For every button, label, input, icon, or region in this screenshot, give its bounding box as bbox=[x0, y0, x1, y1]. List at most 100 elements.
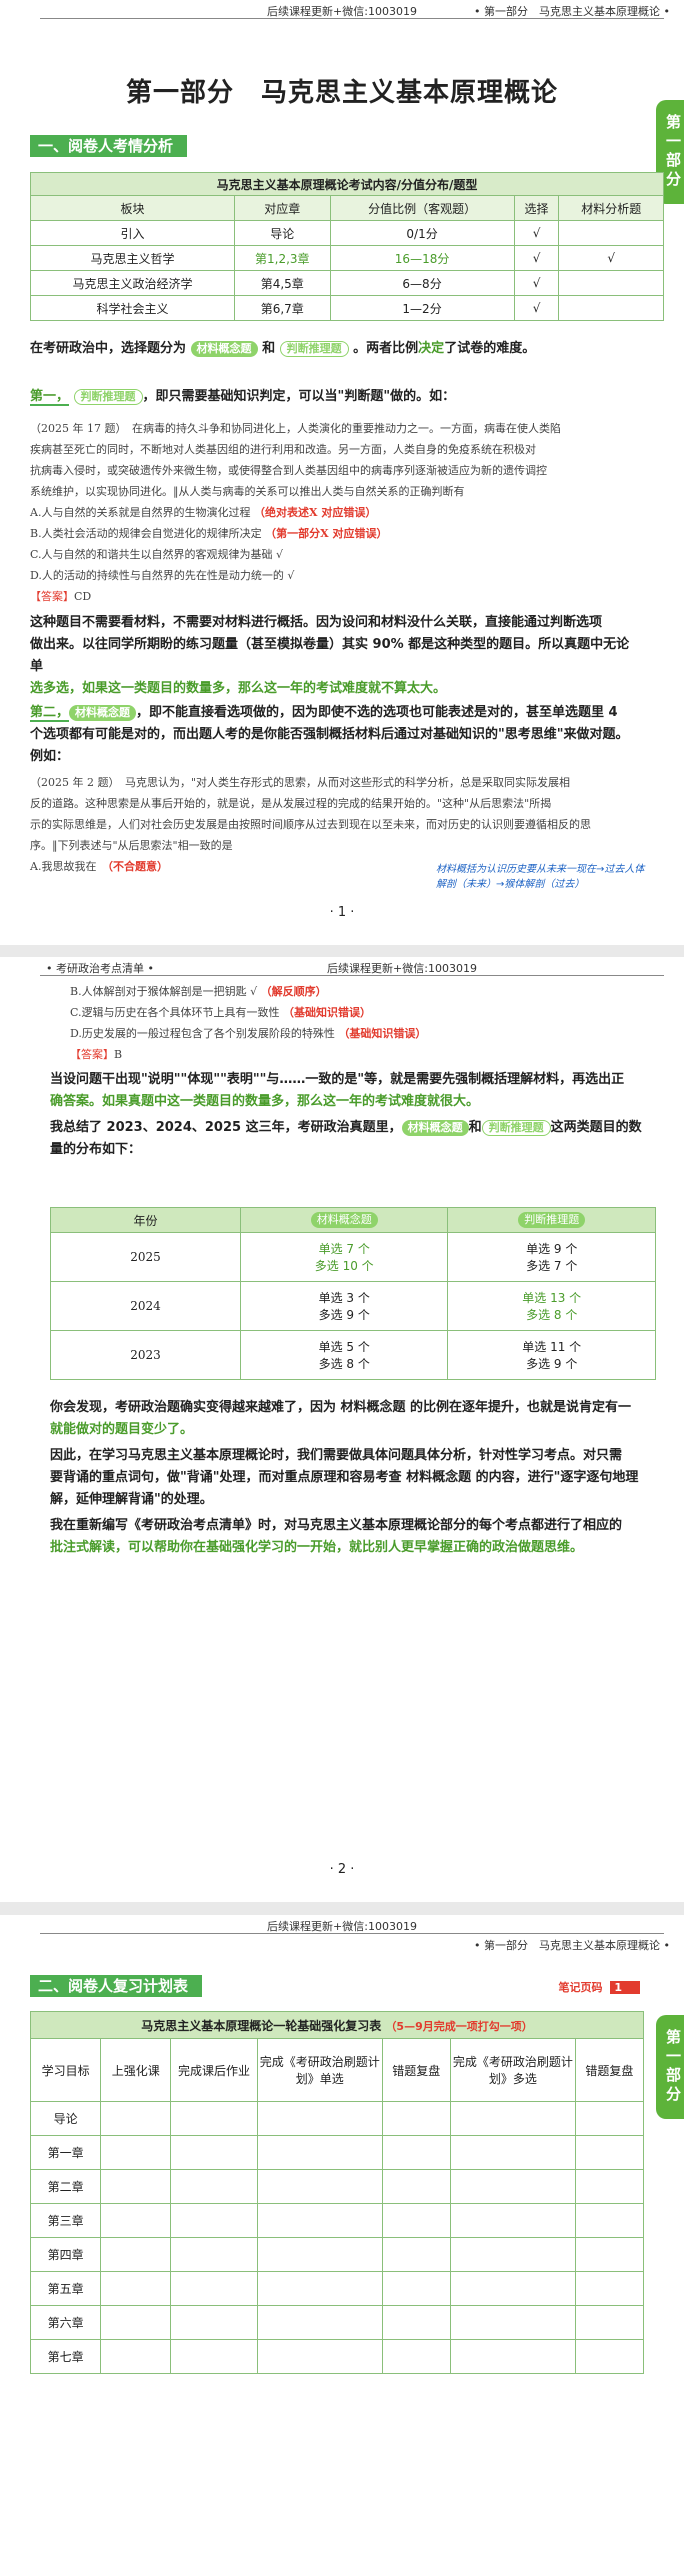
option: A.我思故我在 bbox=[30, 860, 97, 873]
checkbox-cell[interactable] bbox=[574, 2135, 645, 2170]
table-header: 上强化课 bbox=[100, 2038, 172, 2102]
count: 单选 5 个 bbox=[318, 1340, 370, 1354]
table-cell bbox=[558, 270, 664, 296]
checkbox-cell[interactable] bbox=[449, 2203, 576, 2238]
caption-note: （5—9月完成一项打勾一项） bbox=[385, 2019, 533, 2033]
review-plan-table: 马克思主义基本原理概论一轮基础强化复习表 （5—9月完成一项打勾一项） 学习目标… bbox=[29, 2011, 645, 2374]
checkbox-cell[interactable] bbox=[256, 2271, 383, 2306]
checkbox-cell[interactable] bbox=[170, 2203, 258, 2238]
count: 多选 9 个 bbox=[318, 1308, 370, 1322]
checkbox-cell[interactable] bbox=[574, 2237, 645, 2272]
checkbox-cell[interactable] bbox=[449, 2339, 576, 2374]
text-line: 批注式解读，可以帮助你在基础强化学习的一开始，就比别人更早掌握正确的政治做题思维… bbox=[50, 1540, 584, 1555]
checkbox-cell[interactable] bbox=[381, 2135, 451, 2170]
checkbox-cell[interactable] bbox=[574, 2203, 645, 2238]
checkbox-cell[interactable] bbox=[100, 2101, 172, 2136]
checkbox-cell[interactable] bbox=[574, 2339, 645, 2374]
checkbox-cell[interactable] bbox=[381, 2305, 451, 2340]
section-title-text: 二、阅卷人复习计划表 bbox=[38, 1977, 189, 1995]
table-cell: √ bbox=[513, 295, 560, 321]
text-line: ，即不能直接看选项做的，因为即使不选的选项也可能表述是对的，甚至单选题里 4 bbox=[136, 705, 618, 720]
checkbox-cell[interactable] bbox=[449, 2237, 576, 2272]
checkbox-cell[interactable] bbox=[381, 2271, 451, 2306]
intro-paragraph: 在考研政治中，选择题分为 材料概念题 和 判断推理题 。两者比例决定了试卷的难度… bbox=[30, 338, 640, 360]
text-line: 当设问题干出现"说明""体现""表明""与……一致的是"等，就是需要先强制概括理… bbox=[50, 1072, 625, 1087]
checkbox-cell[interactable] bbox=[256, 2339, 383, 2374]
checkbox-cell[interactable] bbox=[256, 2169, 383, 2204]
checkbox-cell[interactable] bbox=[381, 2237, 451, 2272]
checkbox-cell[interactable] bbox=[574, 2271, 645, 2306]
checkbox-cell[interactable] bbox=[381, 2203, 451, 2238]
checkbox-cell[interactable] bbox=[170, 2339, 258, 2374]
caption-text: 马克思主义基本原理概论一轮基础强化复习表 bbox=[141, 2018, 382, 2033]
question-line: 序。‖下列表述与"从后思索法"相一致的是 bbox=[30, 839, 233, 852]
text-line: 因此，在学习马克思主义基本原理概论时，我们需要做具体问题具体分析，针对性学习考点… bbox=[50, 1448, 623, 1463]
checkbox-cell[interactable] bbox=[449, 2271, 576, 2306]
checkbox-cell[interactable] bbox=[100, 2305, 172, 2340]
table-row: 第二章 bbox=[29, 2169, 645, 2204]
table-row: 2025 单选 7 个多选 10 个 单选 9 个多选 7 个 bbox=[50, 1232, 656, 1282]
checkbox-cell[interactable] bbox=[170, 2305, 258, 2340]
checkbox-cell[interactable] bbox=[170, 2271, 258, 2306]
answer-label: 【答案】 bbox=[70, 1048, 114, 1061]
checkbox-cell[interactable] bbox=[449, 2135, 576, 2170]
checkbox-cell[interactable] bbox=[574, 2305, 645, 2340]
checkbox-cell[interactable] bbox=[381, 2339, 451, 2374]
table-cell bbox=[558, 295, 664, 321]
header-wechat: 后续课程更新+微信:1003019 bbox=[327, 962, 477, 975]
checkbox-cell[interactable] bbox=[170, 2237, 258, 2272]
checkbox-cell[interactable] bbox=[381, 2169, 451, 2204]
checkbox-cell[interactable] bbox=[256, 2237, 383, 2272]
text-line: 做出来。以往同学所期盼的练习题量（甚至模拟卷量）其实 90% 都是这种类型的题目… bbox=[30, 637, 630, 674]
table-row: 引入 导论 0/1分 √ bbox=[29, 220, 664, 246]
checkbox-cell[interactable] bbox=[170, 2135, 258, 2170]
question-line: 抗病毒入侵时，或突破遗传外来微生物，或使得整合到人类基因组中的病毒序列逐渐被适应… bbox=[30, 464, 547, 477]
notes-code-label: 笔记页码 bbox=[558, 1981, 603, 1994]
count: 单选 13 个 bbox=[522, 1291, 582, 1305]
count: 多选 8 个 bbox=[526, 1308, 578, 1322]
table-row: 第七章 bbox=[29, 2339, 645, 2374]
checkbox-cell[interactable] bbox=[449, 2169, 576, 2204]
option-note: （解反顺序） bbox=[260, 985, 327, 998]
checkbox-cell[interactable] bbox=[256, 2203, 383, 2238]
text-line: 个选项都有可能是对的，而出题人考的是你能否强制概括材料后通过对基础知识的"思考思… bbox=[30, 727, 629, 742]
book-paragraph: 我在重新编写《考研政治考点清单》时，对马克思主义基本原理概论部分的每个考点都进行… bbox=[50, 1515, 656, 1559]
checkbox-cell[interactable] bbox=[170, 2169, 258, 2204]
count: 多选 7 个 bbox=[526, 1259, 578, 1273]
page-header: • 考研政治考点清单 • 后续课程更新+微信:1003019 bbox=[0, 957, 684, 976]
checkbox-cell[interactable] bbox=[100, 2339, 172, 2374]
checkbox-cell[interactable] bbox=[256, 2305, 383, 2340]
text-line: 选多选，如果这一类题目的数量多，那么这一年的考试难度就不算太大。 bbox=[30, 681, 447, 696]
checkbox-cell[interactable] bbox=[100, 2203, 172, 2238]
checkbox-cell[interactable] bbox=[381, 2101, 451, 2136]
year-cell: 2025 bbox=[50, 1232, 241, 1282]
answer-value: B bbox=[114, 1048, 123, 1061]
text: 和 bbox=[468, 1120, 482, 1135]
checkbox-cell[interactable] bbox=[100, 2271, 172, 2306]
text-line: 你会发现，考研政治题确实变得越来越难了，因为 材料概念题 的比例在逐年提升，也就… bbox=[50, 1400, 632, 1415]
pill-material: 材料概念题 bbox=[190, 341, 258, 357]
checkbox-cell[interactable] bbox=[449, 2305, 576, 2340]
question-type-stats-table: 年份 材料概念题 判断推理题 2025 单选 7 个多选 10 个 单选 9 个… bbox=[50, 1207, 656, 1380]
checkbox-cell[interactable] bbox=[574, 2101, 645, 2136]
section-title-text: 一、阅卷人考情分析 bbox=[38, 137, 174, 155]
row-label: 第四章 bbox=[29, 2237, 102, 2272]
text: ，即只需要基础知识判定，可以当"判断题"做的。如： bbox=[142, 389, 456, 404]
pill-material: 材料概念题 bbox=[401, 1120, 469, 1136]
table-row: 第一章 bbox=[29, 2135, 645, 2170]
checkbox-cell[interactable] bbox=[449, 2101, 576, 2136]
checkbox-cell[interactable] bbox=[100, 2237, 172, 2272]
pill-judgement: 判断推理题 bbox=[73, 389, 143, 405]
checkbox-cell[interactable] bbox=[100, 2135, 172, 2170]
page-1: 后续课程更新+微信:1003019 • 第一部分 马克思主义基本原理概论 • 第… bbox=[0, 0, 684, 945]
page-header: 后续课程更新+微信:1003019 • 第一部分 马克思主义基本原理概论 • bbox=[0, 0, 684, 19]
text-line: 量的分布如下： bbox=[50, 1142, 142, 1157]
table-cell: 马克思主义哲学 bbox=[29, 245, 236, 271]
checkbox-cell[interactable] bbox=[256, 2101, 383, 2136]
checkbox-cell[interactable] bbox=[100, 2169, 172, 2204]
checkbox-cell[interactable] bbox=[574, 2169, 645, 2204]
checkbox-cell[interactable] bbox=[256, 2135, 383, 2170]
row-label: 第六章 bbox=[29, 2305, 102, 2340]
table-header: 板块 bbox=[29, 195, 236, 221]
checkbox-cell[interactable] bbox=[170, 2101, 258, 2136]
